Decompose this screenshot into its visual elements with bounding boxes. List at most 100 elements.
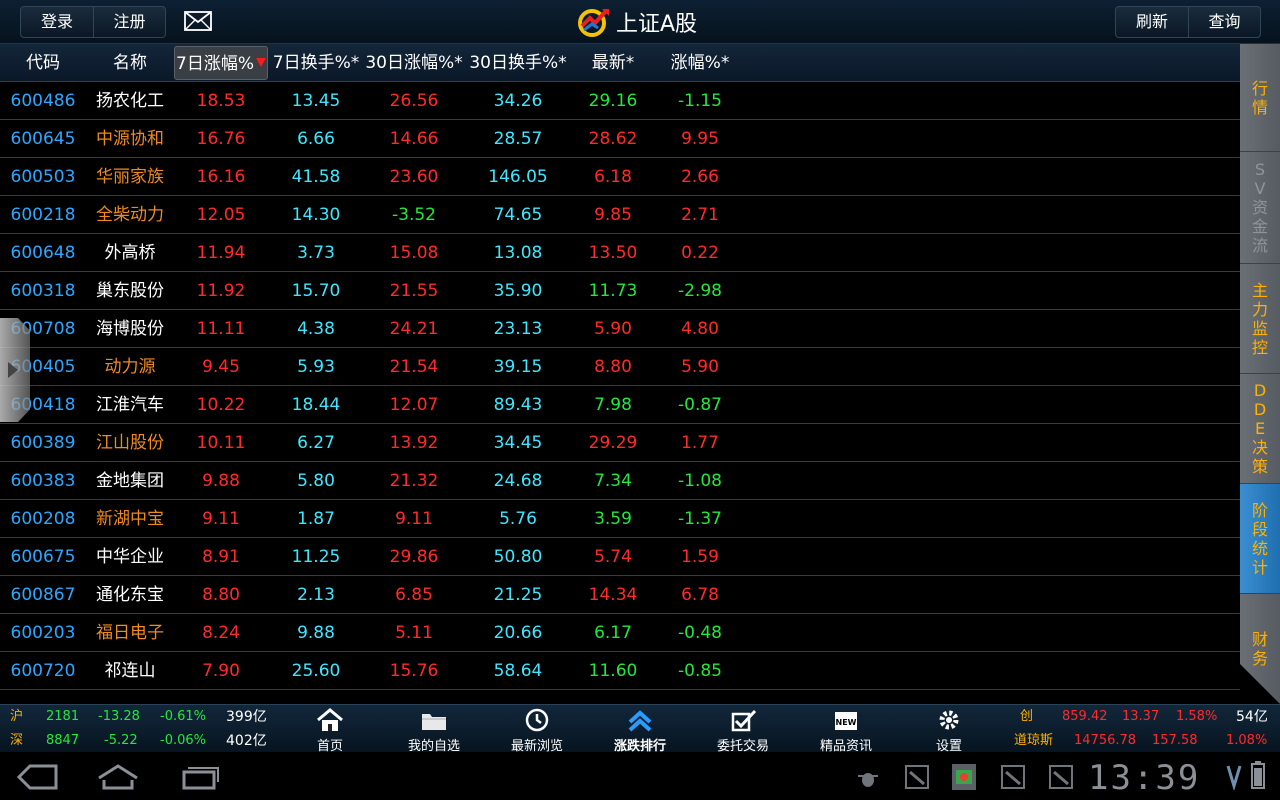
sidebar-tab-4[interactable]: 阶段统计 (1240, 484, 1280, 594)
nav-button-2[interactable]: 最新浏览 (487, 705, 587, 754)
index-dj-points: 14756.78 (1074, 733, 1137, 748)
table-row[interactable]: 600645 中源协和 16.76 6.66 14.66 28.57 28.62 9.95 (0, 120, 1240, 158)
sidebar-tab-label: 财务 (1251, 629, 1268, 668)
table-row[interactable]: 600405 动力源 9.45 5.93 21.54 39.15 8.80 5.90 (0, 348, 1240, 386)
signal-icon (1226, 765, 1242, 790)
query-button[interactable]: 查询 (1188, 7, 1260, 37)
index-sz-change: -5.22 (104, 733, 138, 748)
sidebar-tab-2[interactable]: 主力监控 (1240, 264, 1280, 374)
table-row[interactable]: 600383 金地集团 9.88 5.80 21.32 24.68 7.34 -1.08 (0, 462, 1240, 500)
nav-button-5[interactable]: NEW 精品资讯 (796, 705, 896, 754)
change-7d: 16.16 (196, 167, 246, 187)
table-row[interactable]: 600867 通化东宝 8.80 2.13 6.85 21.25 14.34 6.78 (0, 576, 1240, 614)
app-notification-icon[interactable] (950, 760, 978, 792)
column-header-7d-change[interactable]: 7日涨幅% (174, 46, 268, 80)
turnover-30d: 58.64 (493, 661, 543, 681)
table-row[interactable]: 600486 扬农化工 18.53 13.45 26.56 34.26 29.16 -1.15 (0, 82, 1240, 120)
gear-icon (939, 710, 959, 730)
table-row[interactable]: 600389 江山股份 10.11 6.27 13.92 34.45 29.29 1.77 (0, 424, 1240, 462)
sidebar-tab-0[interactable]: 行情 (1240, 44, 1280, 152)
turnover-7d: 6.66 (297, 129, 335, 149)
column-header-latest[interactable]: 最新* (572, 44, 654, 82)
refresh-button[interactable]: 刷新 (1116, 7, 1188, 37)
stock-name: 中源协和 (96, 129, 164, 149)
register-button[interactable]: 注册 (93, 7, 165, 37)
turnover-7d: 9.88 (297, 623, 335, 643)
nav-button-1[interactable]: 我的自选 (384, 705, 484, 754)
change-30d: 15.08 (389, 243, 439, 263)
table-row[interactable]: 600708 海博股份 11.11 4.38 24.21 23.13 5.90 4.80 (0, 310, 1240, 348)
stock-code: 600645 (10, 129, 76, 149)
back-icon[interactable] (16, 764, 60, 790)
turnover-30d: 50.80 (493, 547, 543, 567)
change-pct: -0.87 (678, 395, 722, 415)
index-dj-label: 道琼斯 (1014, 733, 1054, 748)
index-cy-points: 859.42 (1062, 709, 1108, 724)
mail-icon[interactable] (184, 11, 212, 31)
column-header-30d-change[interactable]: 30日涨幅%* (364, 44, 464, 82)
column-header-7d-turnover[interactable]: 7日换手%* (268, 44, 364, 82)
home-system-icon[interactable] (96, 764, 140, 790)
expand-arrow-icon (8, 362, 18, 378)
nav-button-3[interactable]: 涨跌排行 (590, 705, 690, 754)
stock-code: 600389 (10, 433, 76, 453)
home-icon (317, 708, 343, 731)
stock-code: 600503 (10, 167, 76, 187)
stock-name: 祁连山 (104, 661, 156, 681)
stock-code: 600208 (10, 509, 76, 529)
news-icon: NEW (835, 712, 857, 730)
table-row[interactable]: 600203 福日电子 8.24 9.88 5.11 20.66 6.17 -0.48 (0, 614, 1240, 652)
right-sidebar: 行情 SV资金流 主力监控 DDE决策阶段统计财务 (1240, 44, 1280, 704)
latest-price: 29.16 (588, 91, 638, 111)
turnover-30d: 21.25 (493, 585, 543, 605)
top-bar: 登录 注册 上证A股 刷新 查询 (0, 0, 1280, 44)
index-sh-points: 2181 (46, 709, 80, 724)
table-row[interactable]: 600218 全柴动力 12.05 14.30 -3.52 74.65 9.85 2.71 (0, 196, 1240, 234)
recent-apps-icon[interactable] (176, 764, 220, 790)
nav-button-6[interactable]: 设置 (899, 705, 999, 754)
page-title: 上证A股 (616, 12, 698, 37)
change-pct: -2.98 (678, 281, 722, 301)
latest-price: 28.62 (588, 129, 638, 149)
side-drawer-handle[interactable] (0, 318, 30, 422)
nav-button-0[interactable]: 首页 (280, 705, 380, 754)
change-30d: -3.52 (392, 205, 436, 225)
stock-code: 600675 (10, 547, 76, 567)
stock-name: 动力源 (104, 357, 156, 377)
notification-icon[interactable] (904, 764, 930, 790)
login-button[interactable]: 登录 (21, 7, 93, 37)
sidebar-tab-3[interactable]: DDE决策 (1240, 374, 1280, 484)
index-sz-pct: -0.06% (160, 733, 206, 748)
column-header-name[interactable]: 名称 (86, 44, 174, 82)
table-row[interactable]: 600503 华丽家族 16.16 41.58 23.60 146.05 6.18 2.66 (0, 158, 1240, 196)
index-sh-volume: 399亿 (226, 709, 267, 725)
turnover-30d: 34.45 (493, 433, 543, 453)
change-7d: 9.88 (202, 471, 240, 491)
column-header-change-pct[interactable]: 涨幅%* (656, 44, 744, 82)
table-row[interactable]: 600720 祁连山 7.90 25.60 15.76 58.64 11.60 -0.85 (0, 652, 1240, 690)
sidebar-tab-label: DDE决策 (1251, 381, 1268, 476)
change-7d: 8.80 (202, 585, 240, 605)
table-row[interactable]: 600208 新湖中宝 9.11 1.87 9.11 5.76 3.59 -1.37 (0, 500, 1240, 538)
turnover-7d: 2.13 (297, 585, 335, 605)
column-header-30d-turnover[interactable]: 30日换手%* (466, 44, 570, 82)
nav-button-4[interactable]: 委托交易 (693, 705, 793, 754)
stock-code: 600648 (10, 243, 76, 263)
index-sz-volume: 402亿 (226, 733, 267, 749)
stock-name: 通化东宝 (96, 585, 164, 605)
change-pct: 1.77 (681, 433, 719, 453)
change-pct: -1.37 (678, 509, 722, 529)
sidebar-tab-1[interactable]: SV资金流 (1240, 152, 1280, 264)
table-row[interactable]: 600675 中华企业 8.91 11.25 29.86 50.80 5.74 1.59 (0, 538, 1240, 576)
notification-icon-2[interactable] (1000, 764, 1026, 790)
change-30d: 21.55 (389, 281, 439, 301)
table-row[interactable]: 600648 外高桥 11.94 3.73 15.08 13.08 13.50 0.22 (0, 234, 1240, 272)
table-row[interactable]: 600318 巢东股份 11.92 15.70 21.55 35.90 11.73 -2.98 (0, 272, 1240, 310)
change-7d: 10.22 (196, 395, 246, 415)
table-row[interactable]: 600418 江淮汽车 10.22 18.44 12.07 89.43 7.98 -0.87 (0, 386, 1240, 424)
stock-table: 600486 扬农化工 18.53 13.45 26.56 34.26 29.16 -1.15… (0, 82, 1240, 704)
change-7d: 9.11 (202, 509, 240, 529)
notification-icon-3[interactable] (1048, 764, 1074, 790)
column-header-code[interactable]: 代码 (4, 44, 82, 82)
turnover-30d: 13.08 (493, 243, 543, 263)
